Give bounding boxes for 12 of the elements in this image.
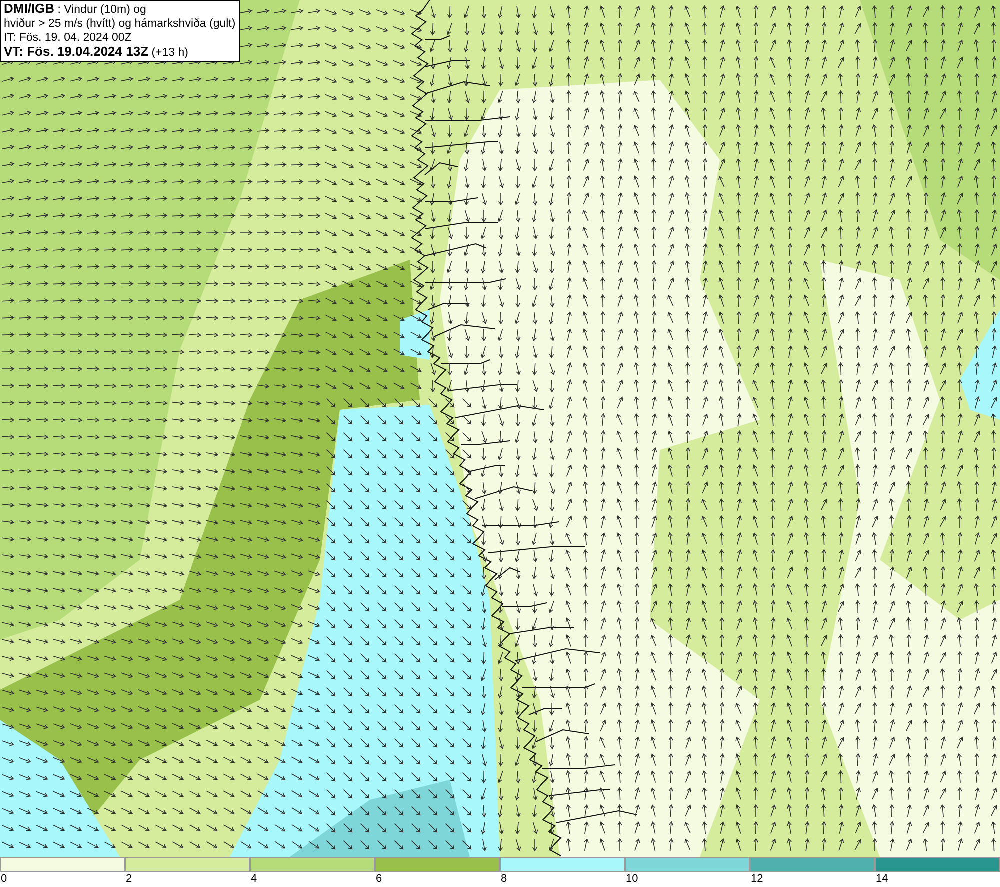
legend-label: 4 <box>250 872 258 886</box>
legend-label: 0 <box>0 872 8 886</box>
legend-label: 10 <box>625 872 638 886</box>
info-line: VT: Fös. 19.04.2024 13Z (+13 h) <box>4 45 190 60</box>
info-line: DMI/IGB : Vindur (10m) og <box>4 2 148 17</box>
info-line: IT: Fös. 19. 04. 2024 00Z <box>4 31 133 45</box>
legend-label: 2 <box>125 872 132 886</box>
legend-label: 14 <box>875 872 888 886</box>
legend-label: 12 <box>750 872 764 886</box>
info-line: hviður > 25 m/s (hvítt) og hámarkshviða (gult) <box>4 17 236 31</box>
legend-label: 8 <box>500 872 508 886</box>
legend-label: 6 <box>375 872 382 886</box>
